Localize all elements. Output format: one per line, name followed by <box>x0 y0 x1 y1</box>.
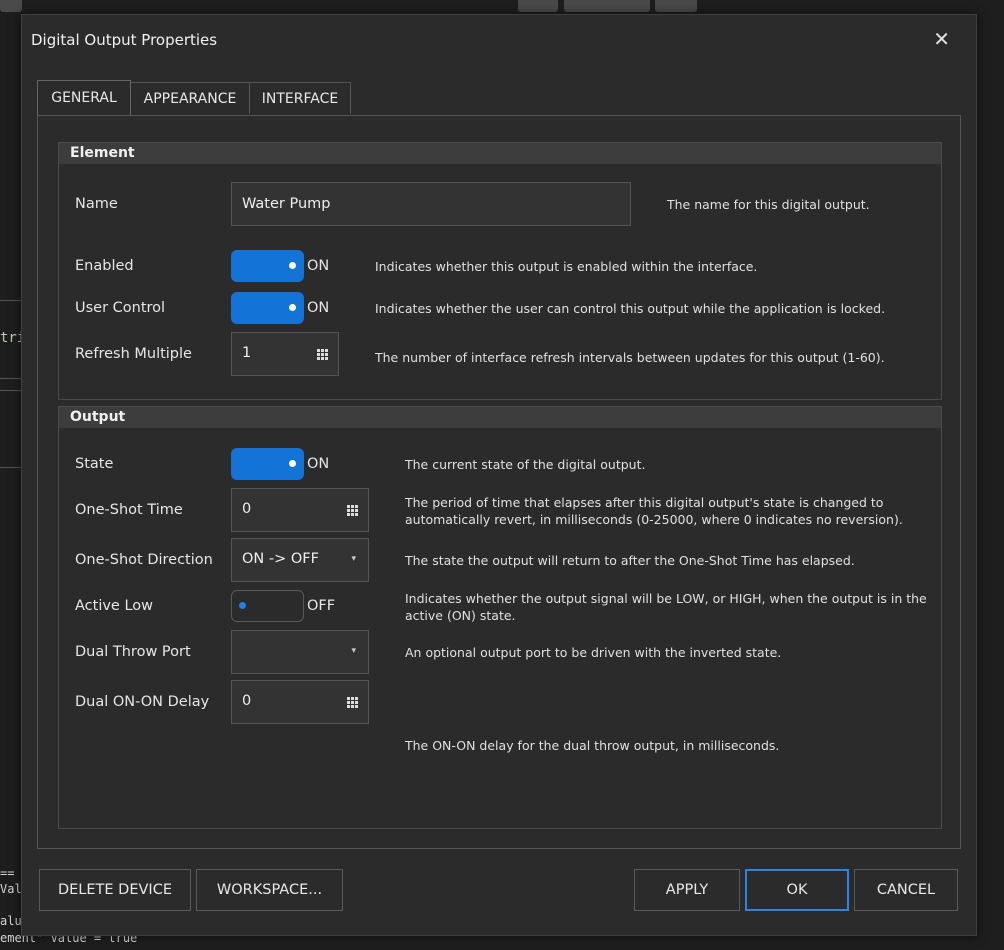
user-control-label: User Control <box>75 300 166 316</box>
background-tab <box>564 0 650 12</box>
tab-interface[interactable]: INTERFACE <box>249 82 351 114</box>
refresh-multiple-input[interactable]: 1 <box>231 332 339 376</box>
toggle-knob <box>289 460 296 467</box>
keypad-icon[interactable] <box>317 349 328 360</box>
toggle-knob <box>289 304 296 311</box>
dual-throw-port-label: Dual Throw Port <box>75 644 191 660</box>
active-low-label: Active Low <box>75 598 154 614</box>
one-shot-time-label: One-Shot Time <box>75 502 183 518</box>
element-group-header: Element <box>59 143 941 164</box>
background-divider <box>0 390 22 391</box>
background-divider <box>0 378 22 379</box>
one-shot-direction-select[interactable]: ON -> OFF ▾ <box>231 538 369 582</box>
user-control-toggle[interactable] <box>231 292 304 324</box>
background-tab <box>518 0 558 12</box>
refresh-multiple-description: The number of interface refresh interval… <box>375 350 885 365</box>
user-control-state-text: ON <box>307 300 330 316</box>
toggle-knob <box>239 602 246 609</box>
background-divider <box>0 300 22 301</box>
active-low-description: Indicates whether the output signal will… <box>405 591 927 623</box>
enabled-description: Indicates whether this output is enabled… <box>375 259 758 274</box>
active-low-state-text: OFF <box>307 598 336 614</box>
close-icon[interactable]: ✕ <box>933 27 950 51</box>
one-shot-time-description: The period of time that elapses after th… <box>405 495 903 527</box>
state-toggle[interactable] <box>231 448 304 480</box>
enabled-toggle[interactable] <box>231 250 304 282</box>
state-description: The current state of the digital output. <box>405 457 646 472</box>
keypad-icon[interactable] <box>347 505 358 516</box>
dual-on-on-delay-label: Dual ON-ON Delay <box>75 694 210 710</box>
dual-throw-port-select[interactable]: ▾ <box>231 630 369 674</box>
dual-on-on-delay-value: 0 <box>242 693 252 709</box>
user-control-description: Indicates whether the user can control t… <box>375 301 886 316</box>
delete-device-button[interactable]: DELETE DEVICE <box>39 869 191 911</box>
one-shot-direction-value: ON -> OFF <box>242 551 319 567</box>
background-code-line: alu <box>0 914 22 928</box>
element-group: Element Name Water Pump The name for thi… <box>58 142 942 400</box>
ok-button[interactable]: OK <box>745 869 849 911</box>
cancel-button[interactable]: CANCEL <box>854 869 958 911</box>
background-tab <box>0 0 22 12</box>
one-shot-direction-label: One-Shot Direction <box>75 552 213 568</box>
name-description: The name for this digital output. <box>667 197 870 212</box>
refresh-multiple-value: 1 <box>242 345 252 361</box>
name-label: Name <box>75 196 118 212</box>
state-label: State <box>75 456 114 472</box>
one-shot-direction-description: The state the output will return to afte… <box>405 553 855 568</box>
background-tab <box>655 0 697 12</box>
enabled-label: Enabled <box>75 258 134 274</box>
dual-throw-port-description: An optional output port to be driven wit… <box>405 645 782 660</box>
one-shot-time-value: 0 <box>242 501 252 517</box>
background-divider <box>0 467 22 468</box>
output-group-header: Output <box>59 407 941 428</box>
toggle-knob <box>289 262 296 269</box>
background-code-line: Val <box>0 882 22 896</box>
dual-on-on-delay-input[interactable]: 0 <box>231 680 369 724</box>
chevron-down-icon: ▾ <box>351 554 356 564</box>
enabled-state-text: ON <box>307 258 330 274</box>
active-low-toggle[interactable] <box>231 590 304 622</box>
one-shot-time-input[interactable]: 0 <box>231 488 369 532</box>
apply-button[interactable]: APPLY <box>634 869 740 911</box>
tab-general[interactable]: GENERAL <box>37 80 131 115</box>
digital-output-properties-dialog: Digital Output Properties ✕ GENERAL APPE… <box>21 14 977 936</box>
workspace-button[interactable]: WORKSPACE... <box>196 869 343 911</box>
keypad-icon[interactable] <box>347 697 358 708</box>
background-code-line: == <box>0 866 15 880</box>
dialog-title: Digital Output Properties <box>31 31 218 49</box>
name-input[interactable]: Water Pump <box>231 182 631 226</box>
tab-appearance[interactable]: APPEARANCE <box>130 82 250 114</box>
general-tab-panel: Element Name Water Pump The name for thi… <box>37 115 961 849</box>
state-text: ON <box>307 456 330 472</box>
output-group: Output State ON The current state of the… <box>58 406 942 829</box>
chevron-down-icon: ▾ <box>351 646 356 656</box>
refresh-multiple-label: Refresh Multiple <box>75 346 192 362</box>
dual-on-on-delay-description: The ON-ON delay for the dual throw outpu… <box>405 738 780 753</box>
